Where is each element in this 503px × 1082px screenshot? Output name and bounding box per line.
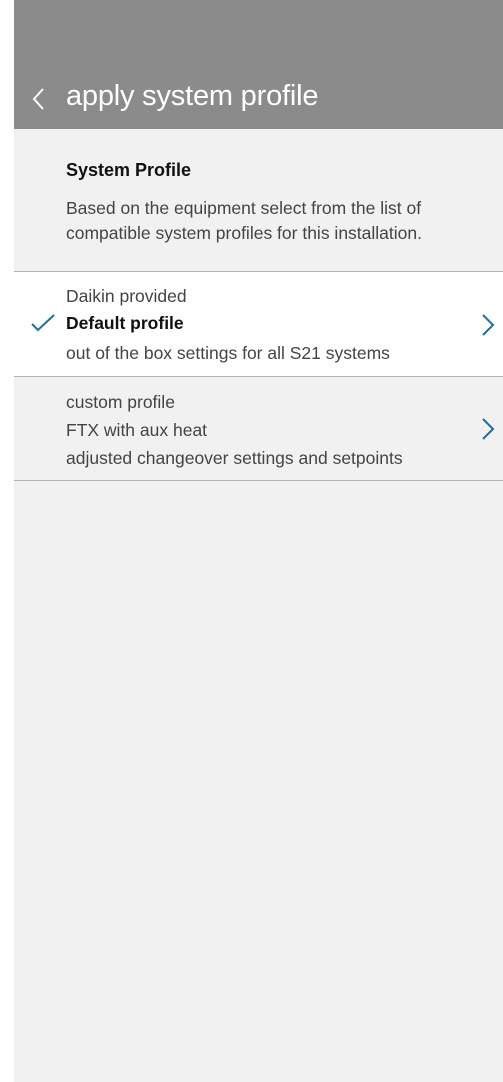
chevron-left-icon — [32, 88, 44, 110]
profile-row-custom[interactable]: custom profile FTX with aux heat adjuste… — [14, 377, 503, 480]
profile-name: Default profile — [66, 313, 184, 333]
profile-description: adjusted changeover settings and setpoin… — [66, 448, 403, 468]
checkmark-icon — [31, 314, 55, 332]
section-title: System Profile — [66, 160, 192, 180]
section-description: Based on the equipment select from the l… — [66, 196, 496, 246]
section-description-line: compatible system profiles for this inst… — [66, 223, 422, 243]
profile-row-default[interactable]: Daikin provided Default profile out of t… — [14, 272, 503, 376]
page-title: apply system profile — [66, 80, 319, 112]
back-button[interactable] — [14, 78, 54, 122]
chevron-right-icon — [482, 314, 495, 336]
chevron-right-icon — [482, 418, 495, 440]
divider — [14, 480, 503, 481]
profile-description: out of the box settings for all S21 syst… — [66, 343, 390, 363]
profile-source: custom profile — [66, 392, 175, 412]
section-description-line: Based on the equipment select from the l… — [66, 198, 422, 218]
profile-name: FTX with aux heat — [66, 420, 208, 440]
profile-source: Daikin provided — [66, 286, 187, 306]
